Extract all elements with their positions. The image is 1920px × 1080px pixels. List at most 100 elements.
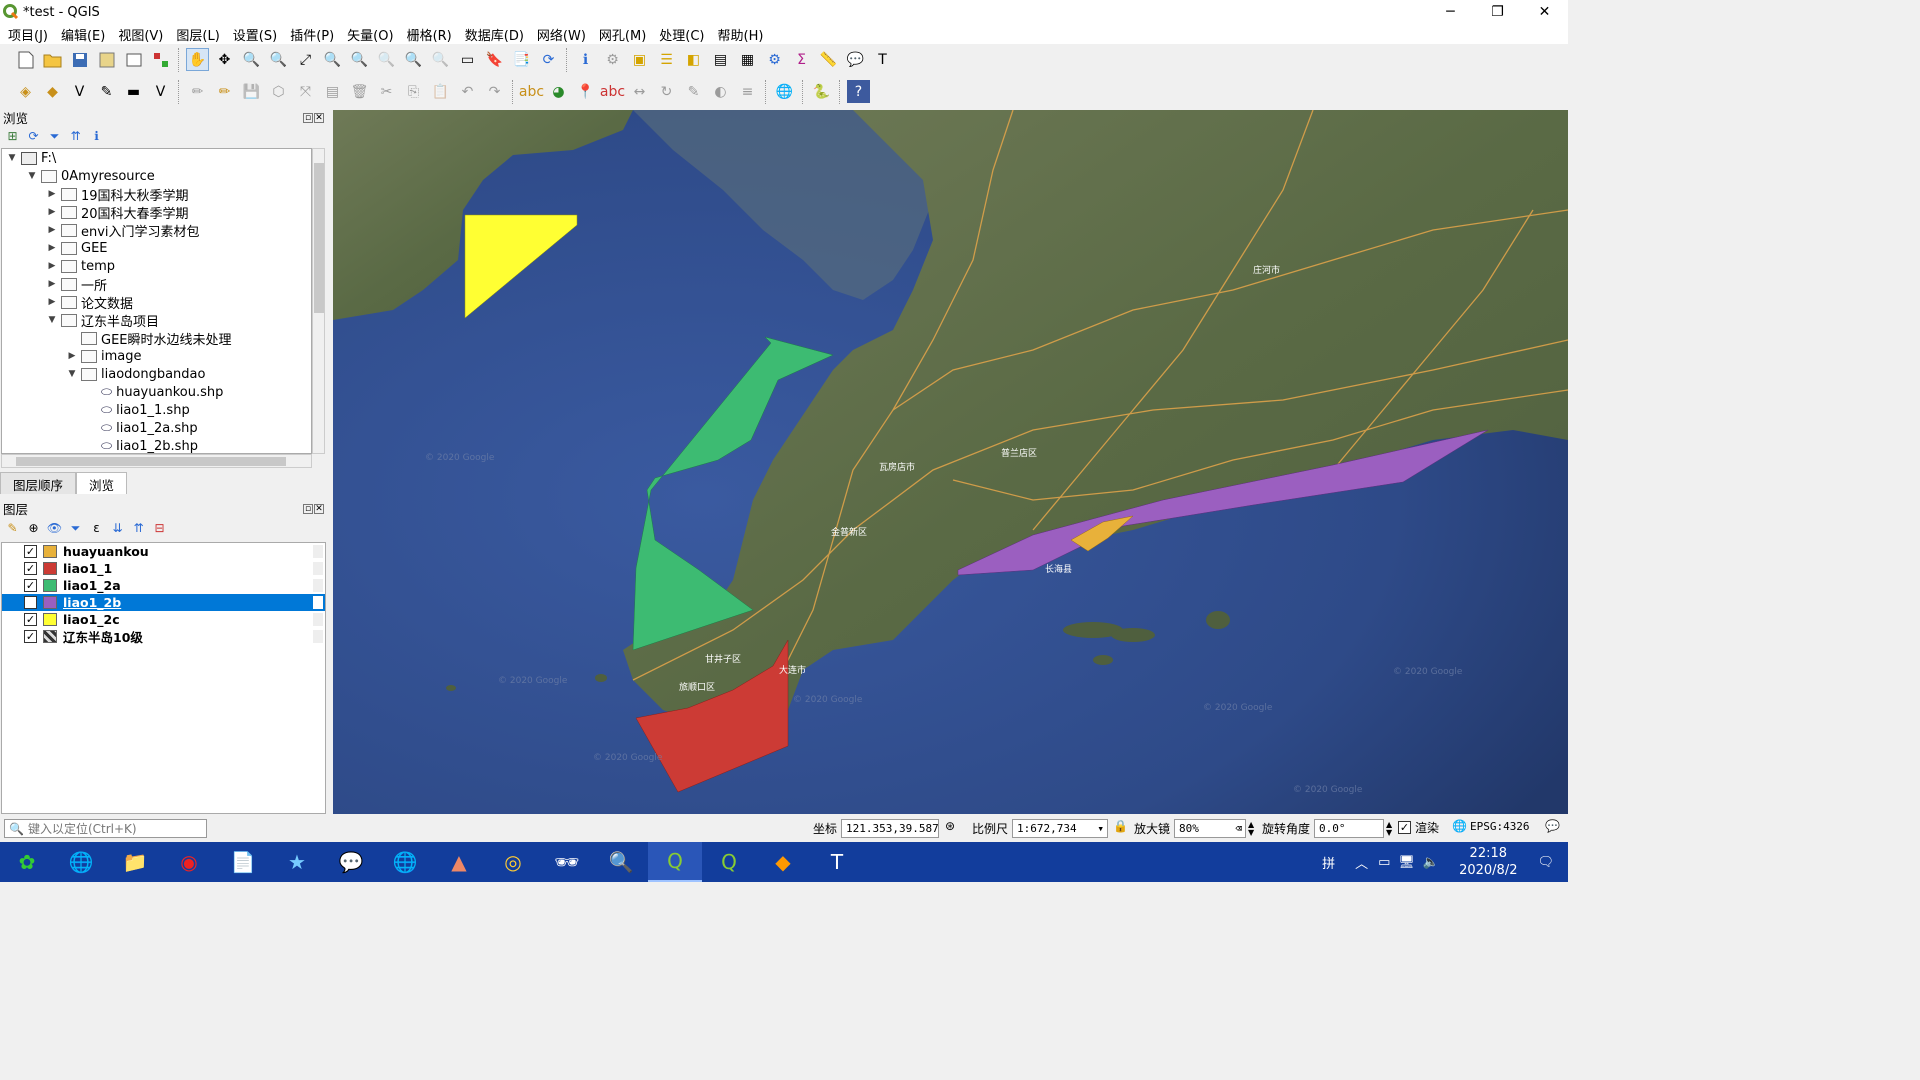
chevron-down-icon[interactable]: ▾ <box>1097 822 1104 835</box>
expand-arrow-icon[interactable]: ▶ <box>46 207 58 217</box>
scrollbar-thumb[interactable] <box>16 457 286 466</box>
layer-visibility-checkbox[interactable]: ✓ <box>24 613 37 626</box>
search-app-icon[interactable]: 🔍 <box>594 842 648 882</box>
menu-web[interactable]: 网络(W) <box>529 25 591 44</box>
clock[interactable]: 22:18 2020/8/2 <box>1459 845 1517 879</box>
tree-item-folder[interactable]: ▶ 20国科大春季学期 <box>2 203 311 222</box>
layer-liao1-2a[interactable]: ✓ liao1_2a <box>2 577 325 594</box>
float-panel-icon[interactable]: ▫ <box>303 112 313 123</box>
select-features-icon[interactable]: ▣ <box>628 48 651 71</box>
redo-icon[interactable]: ↷ <box>483 80 506 103</box>
add-feature-icon[interactable]: ⬡ <box>267 80 290 103</box>
layer-visibility-checkbox[interactable]: ✓ <box>24 579 37 592</box>
pan-to-selection-icon[interactable]: ✥ <box>213 48 236 71</box>
layer-symbol-swatch[interactable] <box>43 613 57 626</box>
properties-icon[interactable]: ℹ <box>88 129 105 143</box>
layer-liao1-2c[interactable]: ✓ liao1_2c <box>2 611 325 628</box>
matlab-icon[interactable]: ▲ <box>432 842 486 882</box>
incognito-icon[interactable]: 🕶 <box>540 842 594 882</box>
new-spatialite-icon[interactable]: ✎ <box>95 80 118 103</box>
minimize-button[interactable]: ─ <box>1427 0 1474 24</box>
move-label-icon[interactable]: ↔ <box>628 80 651 103</box>
ime-indicator[interactable]: 拼 <box>1322 853 1335 872</box>
toggle-extents-icon[interactable]: ⊛ <box>945 819 955 833</box>
menu-plugins[interactable]: 插件(P) <box>282 25 339 44</box>
close-panel-icon[interactable]: ✕ <box>314 112 324 123</box>
undo-icon[interactable]: ↶ <box>456 80 479 103</box>
clear-icon[interactable]: ⌫ <box>1235 822 1242 835</box>
new-virtual-layer-icon[interactable]: V <box>149 80 172 103</box>
rotation-spinner[interactable]: ▲ ▼ <box>1386 820 1392 837</box>
vertex-tool-icon[interactable]: ⤧ <box>294 80 317 103</box>
tree-item-folder[interactable]: ▶ 19国科大秋季学期 <box>2 185 311 204</box>
attribute-table-icon[interactable]: ☰ <box>655 48 678 71</box>
python-console-icon[interactable]: 🐍 <box>810 80 833 103</box>
label-properties-icon[interactable]: ≡ <box>736 80 759 103</box>
float-panel-icon[interactable]: ▫ <box>303 503 313 514</box>
layer-symbol-swatch[interactable] <box>43 579 57 592</box>
scale-combo[interactable]: 1:672,734 ▾ <box>1012 819 1109 838</box>
data-source-manager-icon[interactable]: ◈ <box>14 80 37 103</box>
expand-all-icon[interactable]: ⇊ <box>109 521 126 535</box>
globe-plugin-icon[interactable]: 🌐 <box>773 80 796 103</box>
tree-item-folder[interactable]: ▶ temp <box>2 257 311 275</box>
netease-music-icon[interactable]: ◉ <box>162 842 216 882</box>
typora-icon[interactable]: T <box>810 842 864 882</box>
layer-visibility-checkbox[interactable]: ✓ <box>24 545 37 558</box>
battery-icon[interactable]: ▭ <box>1378 855 1390 870</box>
git-icon[interactable]: ◆ <box>756 842 810 882</box>
show-bookmarks-icon[interactable]: 📑 <box>510 48 533 71</box>
change-label-icon[interactable]: ✎ <box>682 80 705 103</box>
style-manager-icon[interactable] <box>149 48 172 71</box>
label-toolbar-icon[interactable]: abc <box>519 80 544 103</box>
new-temp-layer-icon[interactable]: ▬ <box>122 80 145 103</box>
expand-arrow-icon[interactable]: ▶ <box>46 225 58 235</box>
new-shapefile-icon[interactable]: V <box>68 80 91 103</box>
processing-toolbox-icon[interactable]: ⚙ <box>763 48 786 71</box>
zoom-native-icon[interactable]: 🔍 <box>375 48 398 71</box>
volume-icon[interactable]: 🔈 <box>1423 855 1439 870</box>
delete-selected-icon[interactable]: 🗑 <box>348 80 371 103</box>
menu-layer[interactable]: 图层(L) <box>168 25 224 44</box>
expand-arrow-icon[interactable]: ▶ <box>46 297 58 307</box>
zoom-to-selection-icon[interactable]: 🔍 <box>321 48 344 71</box>
layer-visibility-checkbox[interactable]: ✓ <box>24 562 37 575</box>
tree-item-folder[interactable]: ▶ envi入门学习素材包 <box>2 221 311 240</box>
identify-icon[interactable]: ℹ <box>574 48 597 71</box>
qgis-taskbar-icon[interactable]: Q <box>648 842 702 882</box>
zoom-next-icon[interactable]: 🔍 <box>429 48 452 71</box>
add-group-icon[interactable]: ⊕ <box>25 521 42 535</box>
magnifier-field[interactable]: 80% ⌫ <box>1174 819 1247 838</box>
filter-browser-icon[interactable]: ⏷ <box>46 129 63 144</box>
tab-layer-order[interactable]: 图层顺序 <box>0 472 77 494</box>
notification-icon[interactable]: 🗨 <box>1537 855 1554 870</box>
layer-symbol-swatch[interactable] <box>43 562 57 575</box>
collapse-all-layers-icon[interactable]: ⇈ <box>130 521 147 535</box>
refresh-icon[interactable]: ⟳ <box>537 48 560 71</box>
modify-attributes-icon[interactable]: ▤ <box>321 80 344 103</box>
wechat-icon[interactable]: 💬 <box>324 842 378 882</box>
tree-item-shapefile[interactable]: ⬭ huayuankou.shp <box>2 383 311 401</box>
locator-search[interactable]: 🔍 键入以定位(Ctrl+K) <box>4 819 207 838</box>
menu-mesh[interactable]: 网孔(M) <box>591 25 651 44</box>
layer-symbol-swatch[interactable] <box>43 596 57 609</box>
layer-huayuankou[interactable]: ✓ huayuankou <box>2 543 325 560</box>
tree-item-shapefile[interactable]: ⬭ liao1_1.shp <box>2 401 311 419</box>
tree-item-shapefile[interactable]: ⬭ liao1_2a.shp <box>2 419 311 437</box>
rotate-label-icon[interactable]: ↻ <box>655 80 678 103</box>
file-explorer-icon[interactable]: 📁 <box>108 842 162 882</box>
chrome-icon[interactable]: ◎ <box>486 842 540 882</box>
menu-help[interactable]: 帮助(H) <box>710 25 769 44</box>
chevron-up-icon[interactable]: ︿ <box>1355 853 1368 872</box>
raster-layer-icon[interactable] <box>43 630 57 643</box>
expand-arrow-icon[interactable]: ▶ <box>46 279 58 289</box>
show-hide-labels-icon[interactable]: ◐ <box>709 80 732 103</box>
menu-database[interactable]: 数据库(D) <box>457 25 529 44</box>
field-calculator-icon[interactable]: ▦ <box>736 48 759 71</box>
magnifier-spinner[interactable]: ▲ ▼ <box>1248 820 1254 837</box>
star-app-icon[interactable]: ★ <box>270 842 324 882</box>
refresh-browser-icon[interactable]: ⟳ <box>25 129 42 143</box>
rotation-field[interactable]: 0.0° <box>1314 819 1385 838</box>
help-icon[interactable]: ? <box>847 80 870 103</box>
expand-arrow-icon[interactable]: ▶ <box>46 243 58 253</box>
